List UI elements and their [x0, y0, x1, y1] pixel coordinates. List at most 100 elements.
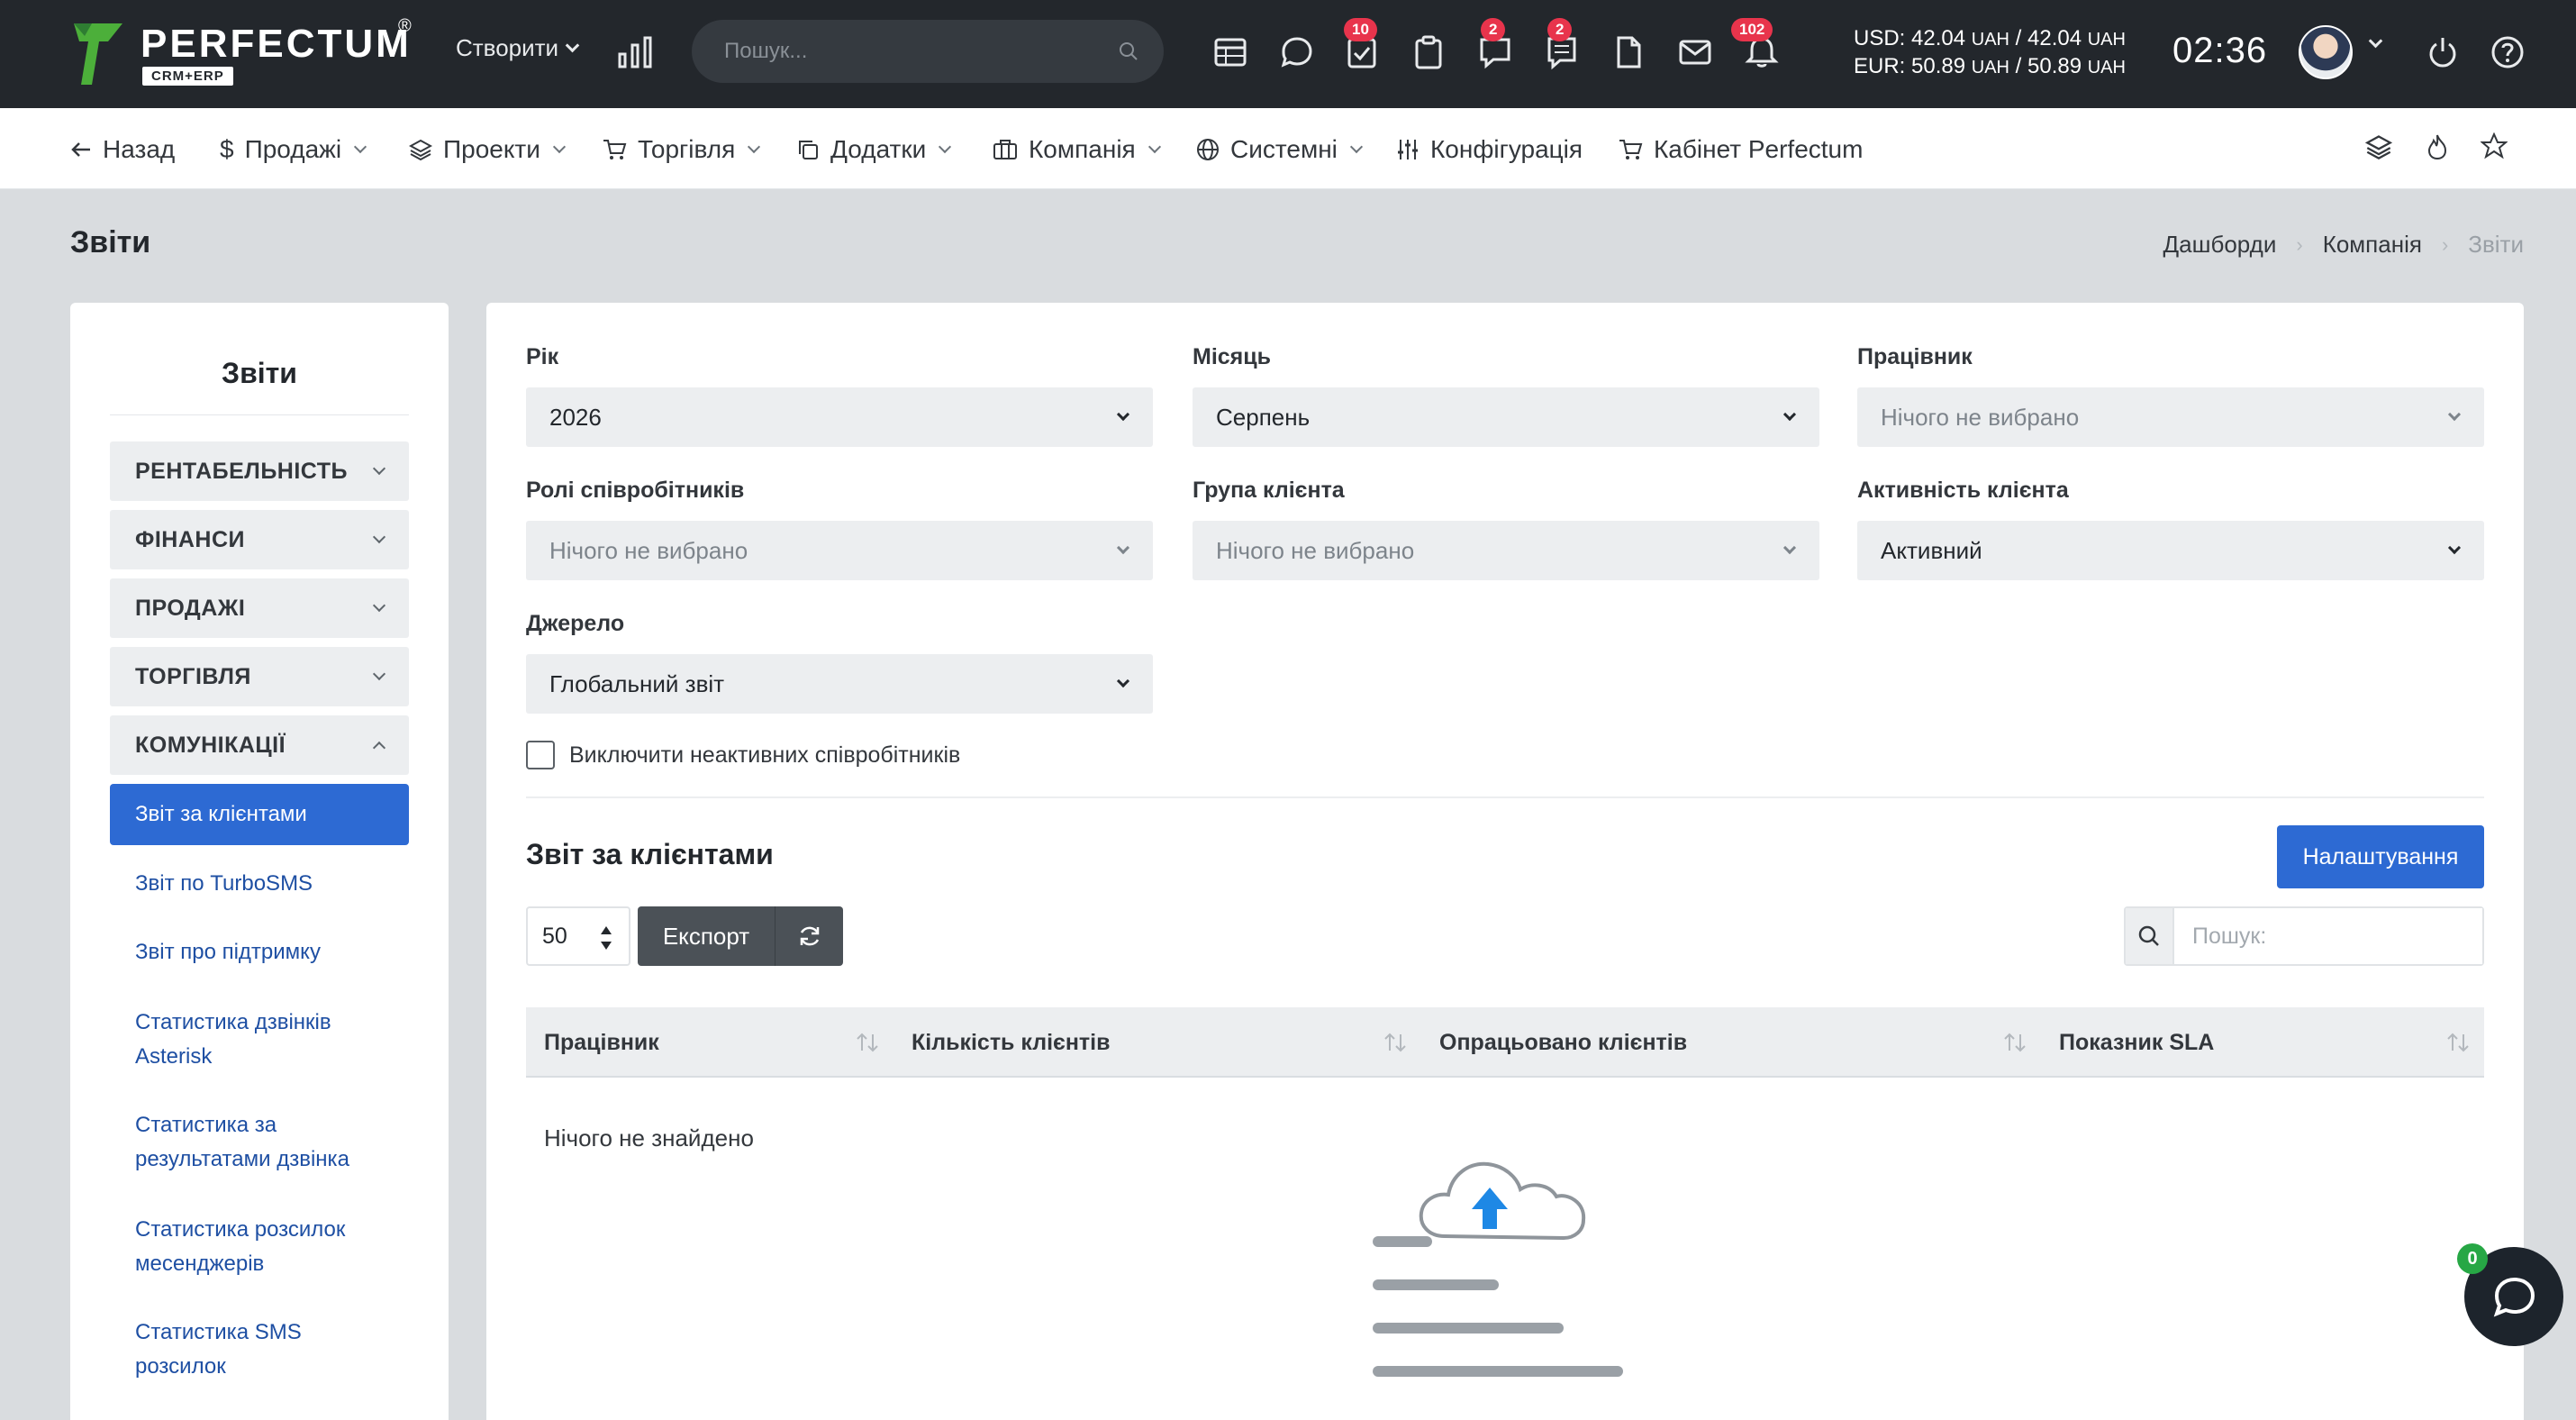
notes-button[interactable]: 2	[1544, 18, 1580, 70]
document-icon[interactable]	[1610, 34, 1646, 70]
breadcrumb-company[interactable]: Компанія	[2323, 231, 2422, 259]
eur-sell: 50.89	[2027, 54, 2082, 78]
sidebar-title: Звіти	[222, 357, 297, 389]
calendar-table-icon[interactable]	[1212, 34, 1248, 70]
sidebar-link-support[interactable]: Звіт про підтримку	[110, 935, 409, 969]
create-button[interactable]: Створити	[456, 34, 580, 62]
nav-addons-label: Додатки	[830, 135, 927, 163]
bar-chart-icon[interactable]	[618, 36, 652, 68]
global-search[interactable]	[692, 20, 1164, 83]
nav-company[interactable]: Компанія	[993, 132, 1161, 168]
sidebar-group-sales[interactable]: ПРОДАЖІ	[110, 578, 409, 638]
column-employee[interactable]: Працівник	[544, 1007, 659, 1078]
nav-system[interactable]: Системні	[1196, 132, 1363, 168]
nav-projects[interactable]: Проекти	[409, 132, 566, 168]
source-select[interactable]: Глобальний звіт	[526, 654, 1153, 714]
chat-icon[interactable]	[1279, 34, 1315, 70]
empty-table-message: Нічого не знайдено	[544, 1124, 754, 1151]
year-select[interactable]: 2026	[526, 387, 1153, 447]
usd-buy: 42.04	[1911, 26, 1966, 50]
column-clients-count-label: Кількість клієнтів	[912, 1029, 1111, 1055]
chevron-down-icon	[939, 140, 952, 154]
nav-config-label: Конфігурація	[1430, 135, 1583, 163]
sidebar-link-call-results[interactable]: Статистика за результатами дзвінка	[110, 1108, 409, 1177]
sort-icon[interactable]	[2446, 1033, 2470, 1052]
sidebar-link-clients-report[interactable]: Звіт за клієнтами	[110, 784, 409, 845]
client-activity-value: Активний	[1881, 536, 1982, 564]
avatar[interactable]	[2299, 25, 2353, 79]
sidebar-group-trade[interactable]: ТОРГІВЛЯ	[110, 647, 409, 706]
support-chat-button[interactable]: 0	[2457, 1243, 2563, 1346]
eur-separator: /	[2015, 54, 2022, 78]
table-search-icon-box	[2126, 908, 2174, 964]
usd-unit: UAH	[1971, 30, 2009, 50]
sidebar-link-messengers[interactable]: Статистика розсилок месенджерів	[110, 1213, 409, 1281]
chevron-down-icon	[1116, 541, 1130, 555]
page-size-value: 50	[542, 923, 567, 949]
sort-icon[interactable]	[1383, 1033, 1407, 1052]
layers-icon[interactable]	[2365, 133, 2392, 160]
column-processed-clients[interactable]: Опрацьовано клієнтів	[1439, 1007, 1687, 1078]
export-button[interactable]: Експорт	[638, 923, 775, 951]
column-clients-count[interactable]: Кількість клієнтів	[912, 1007, 1110, 1078]
chevron-down-icon	[2447, 407, 2462, 422]
table-search-input[interactable]	[2174, 908, 2482, 964]
sidebar-group-finance[interactable]: ФІНАНСИ	[110, 510, 409, 569]
client-activity-select[interactable]: Активний	[1857, 521, 2484, 580]
eur-rate: EUR: 50.89 UAH / 50.89 UAH	[1854, 53, 2126, 81]
exclude-inactive-checkbox[interactable]	[526, 741, 555, 769]
roles-select[interactable]: Нічого не вибрано	[526, 521, 1153, 580]
currency-rates: USD: 42.04 UAH / 42.04 UAH EUR: 50.89 UA…	[1854, 25, 2126, 81]
nav-cabinet[interactable]: Кабінет Perfectum	[1618, 132, 1863, 168]
employee-select[interactable]: Нічого не вибрано	[1857, 387, 2484, 447]
settings-button[interactable]: Налаштування	[2277, 825, 2484, 888]
chevron-down-icon	[372, 461, 386, 476]
mail-icon[interactable]	[1677, 34, 1713, 70]
nav-trade[interactable]: Торгівля	[602, 132, 761, 168]
power-icon[interactable]	[2425, 34, 2461, 70]
column-sla[interactable]: Показник SLA	[2059, 1007, 2214, 1078]
refresh-button[interactable]	[776, 924, 843, 949]
sidebar-group-profitability[interactable]: РЕНТАБЕЛЬНІСТЬ	[110, 441, 409, 501]
clipboard-icon[interactable]	[1410, 34, 1447, 70]
nav-system-label: Системні	[1230, 135, 1338, 163]
employee-label: Працівник	[1857, 344, 1973, 369]
sort-icon[interactable]	[2003, 1033, 2027, 1052]
star-icon[interactable]	[2481, 132, 2508, 159]
nav-sales-label: Продажі	[244, 135, 342, 163]
breadcrumb-dashboards[interactable]: Дашборди	[2163, 231, 2277, 259]
help-icon[interactable]	[2490, 34, 2526, 70]
sidebar-link-sms[interactable]: Статистика SMS розсилок	[110, 1315, 409, 1384]
nav-back[interactable]: Назад	[70, 132, 175, 168]
month-select[interactable]: Серпень	[1193, 387, 1819, 447]
year-value: 2026	[549, 403, 602, 431]
nav-sales[interactable]: $ Продажі	[220, 132, 367, 168]
user-menu-chevron-icon[interactable]	[2368, 33, 2383, 49]
sliders-icon	[1398, 140, 1418, 159]
nav-config[interactable]: Конфігурація	[1396, 132, 1583, 168]
breadcrumb: Дашборди › Компанія › Звіти	[2163, 231, 2524, 259]
sidebar-group-communications[interactable]: КОМУНІКАЦІЇ	[110, 715, 409, 775]
source-label: Джерело	[526, 611, 625, 636]
logo[interactable]: PERFECTUM ® CRM+ERP	[72, 16, 414, 90]
chevron-down-icon	[372, 667, 386, 681]
client-group-select[interactable]: Нічого не вибрано	[1193, 521, 1819, 580]
month-label: Місяць	[1193, 344, 1271, 369]
global-search-input[interactable]	[724, 34, 1102, 68]
page-size-select[interactable]: 50	[526, 906, 630, 966]
discussions-button[interactable]: 2	[1477, 18, 1513, 70]
fire-icon[interactable]	[2425, 133, 2450, 160]
sidebar-link-turbosms[interactable]: Звіт по TurboSMS	[110, 867, 409, 901]
tasks-button[interactable]: 10	[1344, 18, 1380, 70]
sort-icon[interactable]	[856, 1033, 879, 1052]
notifications-button[interactable]: 102	[1731, 18, 1780, 70]
nav-addons[interactable]: Додатки	[796, 132, 952, 168]
page-title: Звіти	[70, 225, 151, 259]
sidebar-group-label: РЕНТАБЕЛЬНІСТЬ	[135, 458, 348, 484]
sidebar-link-asterisk[interactable]: Статистика дзвінків Asterisk	[110, 1006, 409, 1074]
client-group-value: Нічого не вибрано	[1216, 536, 1415, 564]
eur-unit-2: UAH	[2087, 58, 2126, 77]
eur-unit: UAH	[1971, 58, 2009, 77]
column-sla-label: Показник SLA	[2059, 1029, 2215, 1055]
exclude-inactive-row[interactable]: Виключити неактивних співробітників	[526, 741, 960, 769]
